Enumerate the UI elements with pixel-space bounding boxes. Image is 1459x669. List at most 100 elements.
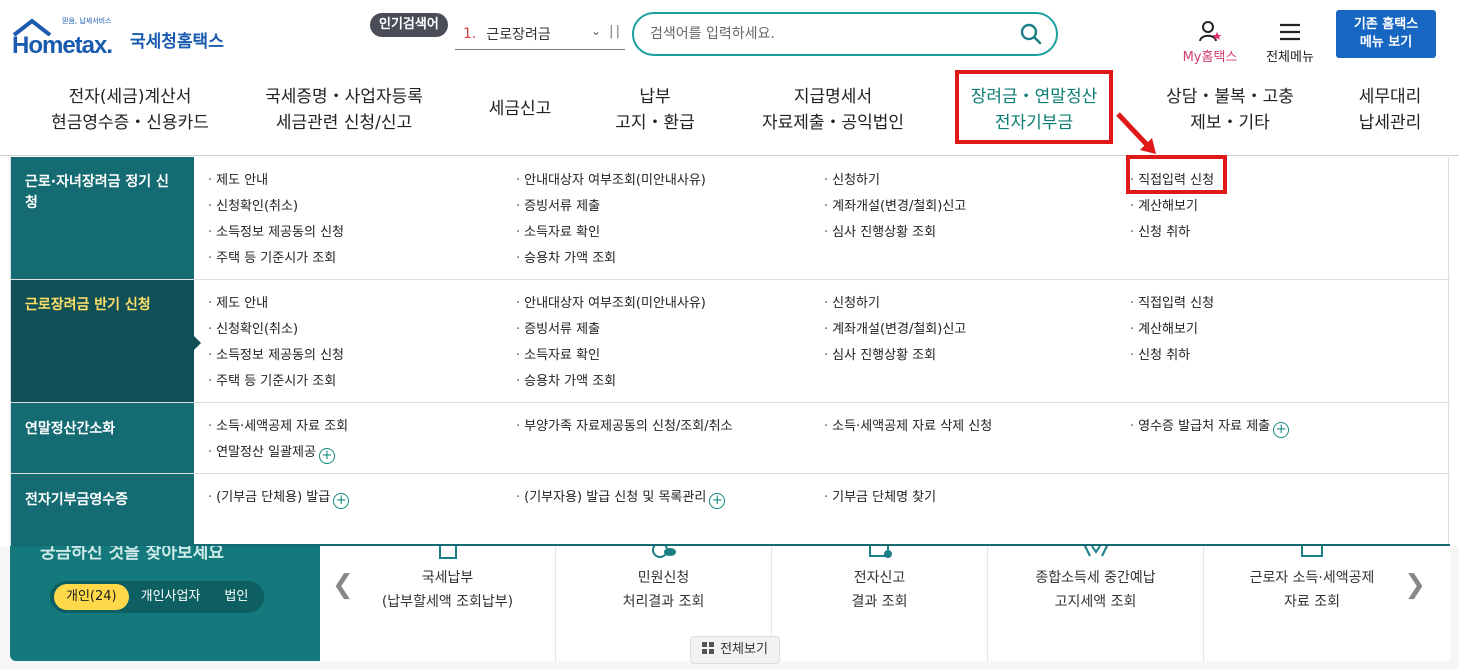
my-hometax-label: My홈택스 — [1182, 50, 1238, 65]
gnb-label: 납세관리 — [1358, 113, 1422, 133]
gnb-e-invoice[interactable]: 전자(세금)계산서 현금영수증・신용카드 — [32, 84, 228, 136]
menu-link[interactable]: 신청하기 — [824, 292, 880, 311]
menu-link[interactable]: 승용차 가액 조회 — [516, 370, 616, 389]
menu-link[interactable]: 소득정보 제공동의 신청 — [208, 344, 344, 363]
user-type-tabs: 개인(24) 개인사업자 법인 — [50, 581, 265, 613]
menu-section-yearend: 연말정산간소화 소득·세액공제 자료 조회 부양가족 자료제공동의 신청/조회/… — [11, 403, 1450, 474]
gnb-payment-statement[interactable]: 지급명세서 자료제출・공익법인 — [746, 84, 920, 136]
annotation-arrow-icon — [1116, 112, 1156, 154]
menu-link[interactable]: 소득자료 확인 — [516, 344, 600, 363]
plus-circle-icon[interactable]: + — [1273, 422, 1290, 438]
tab-individual[interactable]: 개인(24) — [54, 584, 129, 610]
menu-link[interactable]: 소득자료 확인 — [516, 221, 600, 240]
popular-rank: 1. — [463, 25, 477, 42]
classic-line2: 메뉴 보기 — [1359, 35, 1413, 50]
menu-link-donor-issue[interactable]: (기부자용) 발급 신청 및 목록관리+ — [516, 486, 726, 509]
menu-link[interactable]: 주택 등 기준시가 조회 — [208, 370, 336, 389]
mega-menu-panel: 근로·자녀장려금 정기 신청 제도 안내 안내대상자 여부조회(미안내사유) 신… — [10, 157, 1450, 546]
menu-link[interactable]: 증빙서류 제출 — [516, 318, 600, 337]
logo-text-kr: 국세청홈택스 — [130, 32, 224, 52]
menu-link[interactable]: 신청하기 — [824, 169, 880, 188]
menu-link[interactable]: 계좌개설(변경/철회)신고 — [824, 195, 966, 214]
quick-item-label: 전자신고 — [853, 570, 906, 586]
gnb-label: 고지・환급 — [615, 113, 695, 133]
popular-keyword[interactable]: 근로장려금 — [486, 24, 550, 44]
menu-link[interactable]: 신청 취하 — [1130, 221, 1190, 240]
quick-item-label: 종합소득세 중간예납 — [1035, 570, 1156, 586]
quick-item-label: 결과 조회 — [851, 594, 908, 610]
menu-link[interactable]: 소득·세액공제 자료 삭제 신청 — [824, 415, 992, 434]
gnb-label: 상담・불복・고충 — [1166, 87, 1294, 107]
my-hometax-button[interactable]: My홈택스 — [1178, 20, 1242, 65]
popular-search-ticker[interactable]: 1. 근로장려금 ⌄ | | — [455, 18, 625, 50]
menu-link[interactable]: 부양가족 자료제공동의 신청/조회/취소 — [516, 415, 732, 434]
logo-text-en: Hometax. — [12, 32, 113, 59]
menu-link[interactable]: 신청확인(취소) — [208, 195, 298, 214]
logo-slogan: 믿음, 납세서비스 — [62, 17, 112, 25]
menu-link[interactable]: 심사 진행상황 조회 — [824, 344, 936, 363]
plus-circle-icon[interactable]: + — [318, 448, 335, 464]
gnb-tax-agent[interactable]: 세무대리 납세관리 — [1340, 84, 1440, 136]
menu-link[interactable]: 승용차 가액 조회 — [516, 247, 616, 266]
menu-link-receipt-submit[interactable]: 영수증 발급처 자료 제출+ — [1130, 415, 1290, 438]
menu-link[interactable]: 직접입력 신청 — [1130, 292, 1214, 311]
plus-circle-icon[interactable]: + — [709, 493, 726, 509]
menu-link[interactable]: 심사 진행상황 조회 — [824, 221, 936, 240]
gnb-label: 현금영수증・신용카드 — [51, 113, 209, 133]
view-all-label: 전체보기 — [720, 642, 768, 657]
menu-link[interactable]: 증빙서류 제출 — [516, 195, 600, 214]
menu-section-regular: 근로·자녀장려금 정기 신청 제도 안내 안내대상자 여부조회(미안내사유) 신… — [11, 157, 1450, 280]
plus-circle-icon[interactable]: + — [333, 493, 350, 509]
section-title[interactable]: 전자기부금영수증 — [11, 474, 194, 544]
menu-link[interactable]: 주택 등 기준시가 조회 — [208, 247, 336, 266]
gnb-payment[interactable]: 납부 고지・환급 — [600, 84, 710, 136]
menu-link[interactable]: 안내대상자 여부조회(미안내사유) — [516, 292, 706, 311]
search-input[interactable] — [650, 26, 1010, 42]
menu-link[interactable]: 계좌개설(변경/철회)신고 — [824, 318, 966, 337]
menu-link[interactable]: 계산해보기 — [1130, 318, 1198, 337]
section-title[interactable]: 근로·자녀장려금 정기 신청 — [11, 157, 194, 279]
view-all-button[interactable]: 전체보기 — [690, 636, 780, 664]
gnb-label: 제보・기타 — [1190, 113, 1270, 133]
classic-hometax-button[interactable]: 기존 홈택스 메뉴 보기 — [1336, 10, 1436, 58]
menu-link-label: (기부자용) 발급 신청 및 목록관리 — [524, 490, 707, 505]
menu-link[interactable]: 신청 취하 — [1130, 344, 1190, 363]
logo-mark: 믿음, 납세서비스 Hometax. — [10, 14, 128, 60]
menu-link[interactable]: 제도 안내 — [208, 169, 268, 188]
quick-menu-carousel: ❮ 국세납부 (납부할세액 조회납부) 민원신청 처리결과 조회 전자신고 결과… — [320, 541, 1450, 661]
gnb-consult[interactable]: 상담・불복・고충 제보・기타 — [1150, 84, 1310, 136]
hamburger-icon — [1280, 23, 1300, 41]
gnb-tax-report[interactable]: 세금신고 — [470, 96, 570, 122]
pause-icon[interactable]: | | — [609, 24, 620, 39]
all-menu-button[interactable]: 전체메뉴 — [1262, 22, 1318, 65]
menu-link[interactable]: 기부금 단체명 찾기 — [824, 486, 936, 505]
quick-item-label: 국세납부 — [421, 570, 474, 586]
menu-link[interactable]: 소득정보 제공동의 신청 — [208, 221, 344, 240]
quick-item-e-filing[interactable]: 전자신고 결과 조회 — [772, 541, 988, 661]
quick-item-label: 민원신청 — [637, 570, 690, 586]
hometax-logo[interactable]: 믿음, 납세서비스 Hometax. 국세청홈택스 — [10, 10, 230, 60]
annotation-target-box — [1126, 155, 1227, 194]
menu-link-yearend-bulk[interactable]: 연말정산 일괄제공+ — [208, 441, 335, 464]
menu-link-label: 영수증 발급처 자료 제출 — [1138, 419, 1271, 434]
section-title[interactable]: 근로장려금 반기 신청 — [11, 280, 201, 402]
quick-item-tax-payment[interactable]: 국세납부 (납부할세액 조회납부) — [340, 541, 556, 661]
menu-link-org-issue[interactable]: (기부금 단체용) 발급+ — [208, 486, 350, 509]
chevron-right-icon[interactable]: ❯ — [1404, 570, 1426, 600]
quick-item-interim-payment[interactable]: 종합소득세 중간예납 고지세액 조회 — [988, 543, 1204, 661]
search-icon[interactable] — [1020, 23, 1042, 45]
chevron-down-icon[interactable]: ⌄ — [591, 24, 601, 38]
all-menu-label: 전체메뉴 — [1266, 50, 1314, 65]
menu-link[interactable]: 제도 안내 — [208, 292, 268, 311]
section-title[interactable]: 연말정산간소화 — [11, 403, 194, 473]
menu-link[interactable]: 계산해보기 — [1130, 195, 1198, 214]
gnb-certificate[interactable]: 국세증명・사업자등록 세금관련 신청/신고 — [246, 84, 442, 136]
tab-corporation[interactable]: 법인 — [212, 584, 260, 610]
quick-item-worker-deduction[interactable]: 근로자 소득·세액공제 자료 조회 — [1204, 541, 1420, 661]
menu-link[interactable]: 안내대상자 여부조회(미안내사유) — [516, 169, 706, 188]
menu-link[interactable]: 소득·세액공제 자료 조회 — [208, 415, 348, 434]
gnb-label: 전자(세금)계산서 — [68, 87, 192, 107]
menu-link[interactable]: 신청확인(취소) — [208, 318, 298, 337]
tab-sole-proprietor[interactable]: 개인사업자 — [129, 584, 213, 610]
menu-link-label: 연말정산 일괄제공 — [216, 445, 316, 460]
